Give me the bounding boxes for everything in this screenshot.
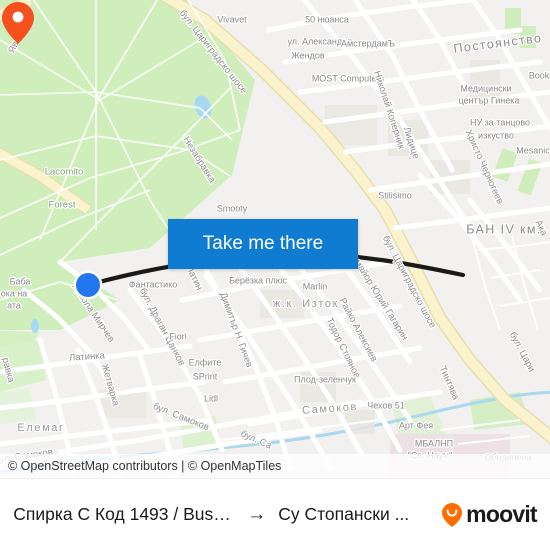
bottom-route-bar: Спирка С Код 1493 / Bus Stop ... → Су Ст… (0, 478, 550, 550)
destination-pin-marker[interactable] (0, 0, 36, 46)
map-label: Жендов (291, 50, 324, 60)
map-label: 50 нюанса (305, 14, 349, 24)
map-label: Stilisimo (378, 190, 412, 200)
map-label: SPrint (193, 371, 218, 381)
map-label: център Гинека (459, 95, 520, 105)
take-me-there-button[interactable]: Take me there (168, 219, 358, 269)
map-label: Smooty (217, 203, 248, 213)
map-label: Баба (10, 276, 31, 286)
map-label: Vivavet (217, 14, 247, 24)
map-label: Lacomito (45, 167, 84, 178)
map-label: Медицински (460, 83, 511, 93)
map-label: Берёзка плюс (229, 275, 288, 285)
map-label: Елфите (189, 357, 222, 367)
attribution-text: © OpenStreetMap contributors | © OpenMap… (8, 459, 282, 473)
route-destination-label: Су Стопански ... (278, 504, 410, 524)
map-canvas[interactable]: бул. Цариградско шосеЯворовVivavet50 нюа… (0, 0, 550, 478)
map-label: Арт Фея (399, 420, 433, 430)
map-label: изкуство (478, 130, 514, 140)
map-label: Forest (49, 200, 76, 211)
route-summary[interactable]: Спирка С Код 1493 / Bus Stop ... → Су Ст… (13, 501, 537, 528)
map-attribution: © OpenStreetMap contributors | © OpenMap… (0, 454, 550, 478)
moovit-logo[interactable]: moovit (441, 501, 538, 528)
take-me-there-label: Take me there (202, 233, 324, 254)
map-label: НУ за танцово (470, 117, 530, 127)
map-label: Фантастико (129, 279, 178, 289)
map-label: Marlin (303, 281, 328, 291)
map-screen: бул. Цариградско шосеЯворовVivavet50 нюа… (0, 0, 550, 550)
map-label: Lidl (204, 393, 218, 403)
map-label: ата (7, 300, 21, 310)
map-label: МБАЛНП (415, 438, 453, 448)
moovit-wordmark: moovit (466, 501, 537, 527)
map-label: Fiori (169, 331, 187, 341)
map-label: БАН IV км. (466, 222, 542, 236)
map-label: Чехов 51 (367, 400, 405, 410)
map-label: Елемаг (17, 422, 64, 434)
map-label: Плод-зеленчук (294, 374, 356, 384)
route-origin-label: Спирка С Код 1493 / Bus Stop ... (13, 504, 235, 524)
map-label: Mesanic (516, 145, 550, 155)
map-label: АмстердамЪ (341, 38, 395, 48)
origin-dot-marker[interactable] (76, 273, 100, 297)
arrow-right-icon: → (247, 503, 267, 525)
map-label: Booki (529, 70, 550, 80)
map-label: ж.к. Изток (273, 298, 339, 310)
map-label: ока на (1, 288, 28, 298)
moovit-pin-icon (442, 502, 463, 527)
